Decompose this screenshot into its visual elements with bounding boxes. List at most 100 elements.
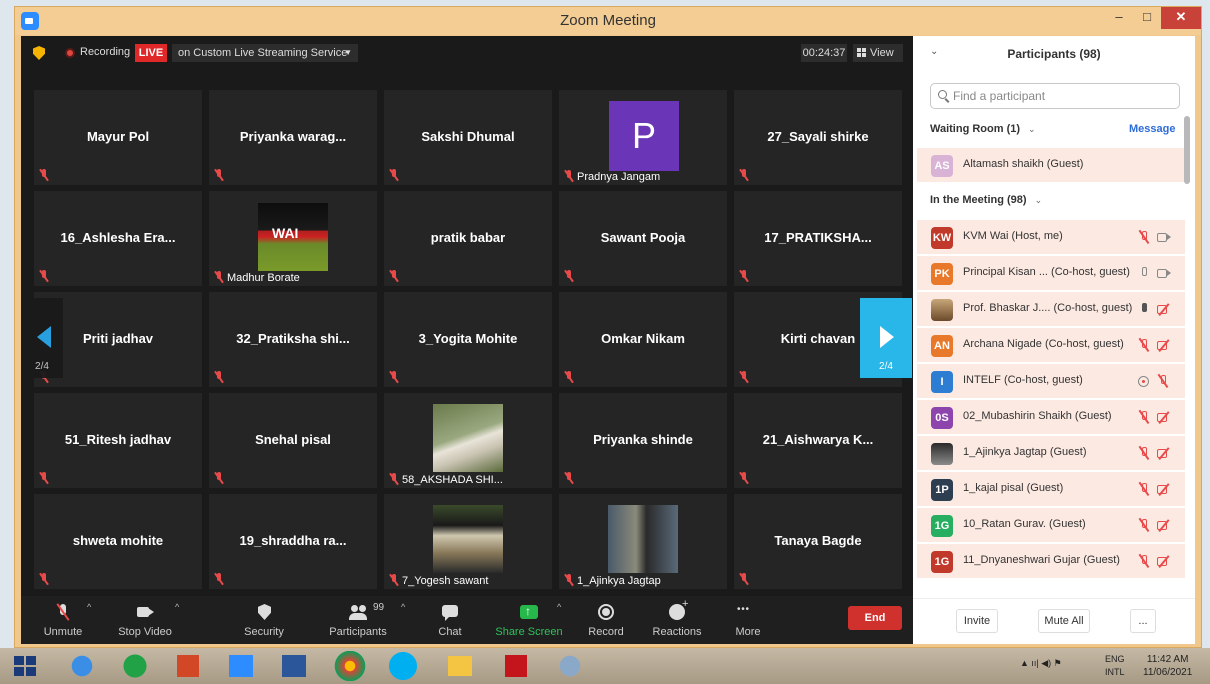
share-screen-button[interactable]: Share Screen	[493, 600, 565, 640]
mic-muted-icon	[564, 574, 574, 586]
mic-muted-icon	[1138, 231, 1150, 244]
close-button[interactable]: ✕	[1161, 7, 1201, 29]
input-language[interactable]: ENG INTL	[1105, 653, 1125, 679]
live-stream-dropdown[interactable]: on Custom Live Streaming Service ▼	[172, 44, 358, 62]
video-tile[interactable]: Mayur Pol	[34, 90, 202, 185]
end-meeting-button[interactable]: End	[848, 606, 902, 630]
mic-muted-icon	[739, 371, 749, 383]
participant-row[interactable]: 1_Ajinkya Jagtap (Guest)	[917, 436, 1185, 470]
more-button[interactable]: More	[727, 600, 769, 640]
video-tile[interactable]: Priyanka shinde	[559, 393, 727, 488]
waiting-room-header[interactable]: Waiting Room (1) ⌄	[930, 123, 1036, 135]
recording-label: Recording	[80, 46, 131, 58]
encryption-shield-icon[interactable]	[33, 46, 45, 60]
maximize-button[interactable]: □	[1133, 7, 1161, 29]
panel-more-button[interactable]: ...	[1130, 609, 1156, 633]
system-tray-icons[interactable]: ▲ ıı| ◀) ⚑	[1020, 658, 1062, 669]
video-tile[interactable]: Sakshi Dhumal	[384, 90, 552, 185]
participants-options-caret[interactable]: ^	[401, 602, 405, 612]
mic-muted-icon	[1138, 447, 1150, 460]
participant-name: INTELF (Co-host, guest)	[963, 374, 1083, 386]
unmute-button[interactable]: Unmute	[31, 600, 95, 640]
participant-row[interactable]: KW KVM Wai (Host, me)	[917, 220, 1185, 254]
tile-corner-name: Pradnya Jangam	[564, 170, 660, 183]
participant-row[interactable]: 1G 10_Ratan Gurav. (Guest)	[917, 508, 1185, 542]
video-tile[interactable]: P Pradnya Jangam	[559, 90, 727, 185]
panel-scrollbar[interactable]	[1184, 116, 1190, 184]
participant-row[interactable]: 1P 1_kajal pisal (Guest)	[917, 472, 1185, 506]
camera-off-icon	[1157, 448, 1171, 459]
tile-name: Sakshi Dhumal	[421, 129, 515, 144]
chat-button[interactable]: Chat	[425, 600, 475, 640]
reactions-button[interactable]: Reactions	[649, 598, 705, 640]
participant-row[interactable]: PK Principal Kisan ... (Co-host, guest)	[917, 256, 1185, 290]
word-icon[interactable]	[274, 651, 314, 681]
skype-icon[interactable]	[383, 651, 423, 681]
invite-button[interactable]: Invite	[956, 609, 998, 633]
video-tile[interactable]: Snehal pisal	[209, 393, 377, 488]
mic-muted-icon	[1138, 519, 1150, 532]
participant-row[interactable]: 0S 02_Mubashirin Shaikh (Guest)	[917, 400, 1185, 434]
video-tile[interactable]: 58_AKSHADA SHI...	[384, 393, 552, 488]
waiting-participant-row[interactable]: AS Altamash shaikh (Guest)	[917, 148, 1185, 182]
video-options-caret[interactable]: ^	[175, 602, 179, 612]
video-tile[interactable]: 19_shraddha ra...	[209, 494, 377, 589]
participant-photo-avatar	[931, 443, 953, 465]
participant-avatar: AS	[931, 155, 953, 177]
video-tile[interactable]: Tanaya Bagde	[734, 494, 902, 589]
video-tile[interactable]: Priyanka warag...	[209, 90, 377, 185]
view-button[interactable]: View	[853, 44, 903, 62]
audio-options-caret[interactable]: ^	[87, 602, 91, 612]
tile-name: 21_Aishwarya K...	[762, 432, 874, 447]
mic-muted-icon	[214, 271, 224, 283]
file-explorer-icon[interactable]	[440, 651, 480, 681]
recording-dot-icon	[65, 48, 75, 58]
share-options-caret[interactable]: ^	[557, 602, 561, 612]
stop-video-label: Stop Video	[118, 626, 172, 638]
participants-button[interactable]: 99 Participants	[322, 600, 394, 640]
mic-muted-icon	[39, 573, 49, 585]
paint-icon[interactable]	[550, 651, 590, 681]
acrobat-reader-icon[interactable]	[496, 651, 536, 681]
video-tile[interactable]: 17_PRATIKSHA...	[734, 191, 902, 286]
video-tile[interactable]: 1_Ajinkya Jagtap	[559, 494, 727, 589]
video-tile[interactable]: Sawant Pooja	[559, 191, 727, 286]
participant-name: 1_Ajinkya Jagtap (Guest)	[963, 446, 1087, 458]
video-tile[interactable]: pratik babar	[384, 191, 552, 286]
video-tile[interactable]: 16_Ashlesha Era...	[34, 191, 202, 286]
chevron-down-icon: ⌄	[1028, 124, 1036, 134]
windows-start-icon[interactable]	[14, 656, 36, 676]
share-screen-label: Share Screen	[495, 626, 563, 638]
powerpoint-icon[interactable]	[168, 651, 208, 681]
minimize-button[interactable]: –	[1105, 7, 1133, 29]
participant-row[interactable]: 1G 11_Dnyaneshwari Gujar (Guest)	[917, 544, 1185, 578]
video-tile[interactable]: 21_Aishwarya K...	[734, 393, 902, 488]
internet-explorer-icon[interactable]	[62, 651, 102, 681]
video-tile[interactable]: 3_Yogita Mohite	[384, 292, 552, 387]
zoom-taskbar-icon[interactable]	[221, 651, 261, 681]
stop-video-button[interactable]: Stop Video	[109, 600, 181, 640]
participant-row[interactable]: AN Archana Nigade (Co-host, guest)	[917, 328, 1185, 362]
video-tile[interactable]: 27_Sayali shirke	[734, 90, 902, 185]
next-page-button[interactable]: 2/4	[860, 298, 912, 378]
tile-name: Sawant Pooja	[600, 230, 686, 245]
taskbar-clock[interactable]: 11:42 AM 11/06/2021	[1143, 653, 1192, 679]
previous-page-button[interactable]: 2/4	[21, 298, 63, 378]
in-meeting-header[interactable]: In the Meeting (98) ⌄	[930, 194, 1042, 206]
video-tile[interactable]: 32_Pratiksha shi...	[209, 292, 377, 387]
security-button[interactable]: Security	[236, 600, 292, 640]
meeting-controls: Unmute ^ Stop Video ^ Security 99 Partici…	[21, 596, 913, 644]
video-tile[interactable]: WAI Madhur Borate	[209, 191, 377, 286]
video-tile[interactable]: shweta mohite	[34, 494, 202, 589]
record-button[interactable]: Record	[582, 600, 630, 640]
video-tile[interactable]: Omkar Nikam	[559, 292, 727, 387]
video-tile[interactable]: 7_Yogesh sawant	[384, 494, 552, 589]
participant-row[interactable]: Prof. Bhaskar J.... (Co-host, guest)	[917, 292, 1185, 326]
store-icon[interactable]	[115, 651, 155, 681]
mute-all-button[interactable]: Mute All	[1038, 609, 1090, 633]
video-tile[interactable]: 51_Ritesh jadhav	[34, 393, 202, 488]
participant-row[interactable]: I INTELF (Co-host, guest)	[917, 364, 1185, 398]
message-link[interactable]: Message	[1129, 123, 1175, 135]
participant-search-input[interactable]: Find a participant	[930, 83, 1180, 109]
chrome-icon[interactable]	[330, 651, 370, 681]
